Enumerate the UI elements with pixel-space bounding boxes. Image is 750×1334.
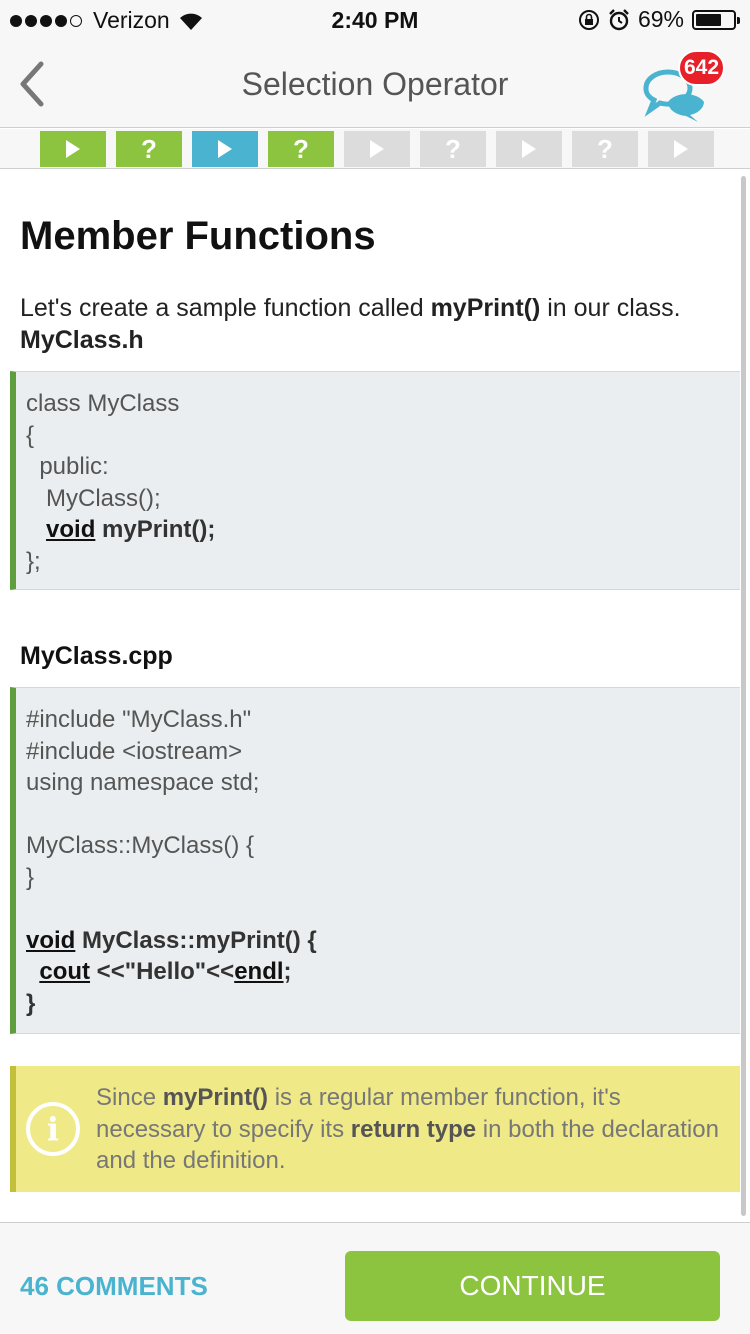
code-line: using namespace std; [26, 769, 260, 796]
lesson-content[interactable]: Member Functions Let's create a sample f… [0, 170, 750, 1222]
lesson-title: Member Functions [20, 214, 376, 258]
cpp-file-label: MyClass.cpp [20, 642, 173, 670]
play-icon [66, 140, 80, 158]
cpp-code-block: #include "MyClass.h" #include <iostream>… [10, 687, 740, 1034]
play-icon [674, 140, 688, 158]
intro-text: Let's create a sample function called my… [20, 292, 730, 356]
code-line: void myPrint(); [26, 514, 740, 546]
question-icon: ? [597, 133, 613, 164]
code-bold: ; [283, 958, 292, 985]
continue-button[interactable]: CONTINUE [345, 1251, 720, 1321]
code-line: } [26, 988, 740, 1020]
code-line: } [26, 863, 35, 891]
code-keyword: void [26, 926, 76, 954]
battery-percent: 69% [637, 6, 684, 32]
code-line: #include "MyClass.h" [26, 706, 252, 733]
battery-icon [692, 9, 740, 30]
progress-step-5[interactable] [344, 131, 410, 167]
progress-step-1[interactable] [40, 131, 106, 167]
code-bold: <<"Hello"<< [90, 958, 235, 985]
play-icon [218, 140, 232, 158]
progress-step-3[interactable] [192, 131, 258, 167]
code-bold: myPrint(); [95, 516, 216, 543]
intro-text-start: Let's create a sample function called [20, 294, 431, 322]
info-text: Since myPrint() is a regular member func… [96, 1082, 736, 1177]
code-line: #include <iostream> [26, 737, 243, 765]
code-line: { [26, 421, 35, 449]
info-text-part: Since [96, 1084, 163, 1111]
lesson-progress: ???? [0, 129, 750, 169]
discussion-button[interactable]: 642 [640, 48, 730, 122]
nav-title: Selection Operator [241, 66, 509, 102]
code-bold: } [26, 989, 36, 1017]
code-keyword: endl [234, 958, 284, 985]
info-text-bold: myPrint() [162, 1084, 269, 1111]
info-note: i Since myPrint() is a regular member fu… [10, 1066, 740, 1192]
play-icon [370, 140, 384, 158]
play-icon [522, 140, 536, 158]
info-text-bold: return type [350, 1115, 477, 1143]
progress-step-6[interactable]: ? [420, 131, 486, 167]
progress-step-2[interactable]: ? [116, 131, 182, 167]
info-icon: i [26, 1102, 80, 1156]
code-line: }; [26, 547, 41, 575]
code-keyword: void [46, 516, 96, 543]
code-line: cout <<"Hello"<<endl; [26, 956, 740, 988]
scrollbar[interactable] [741, 176, 746, 1216]
rotation-lock-icon [578, 9, 599, 30]
question-icon: ? [141, 133, 157, 164]
alarm-icon [609, 8, 629, 30]
code-line: public: [26, 453, 109, 480]
code-line: void MyClass::myPrint() { [26, 925, 740, 957]
question-icon: ? [293, 133, 309, 164]
header-code-block: class MyClass { public: MyClass(); void … [10, 371, 740, 590]
progress-step-4[interactable]: ? [268, 131, 334, 167]
footer-bar: 46 COMMENTS CONTINUE [0, 1222, 750, 1334]
notification-badge: 642 [678, 50, 726, 86]
progress-step-8[interactable]: ? [572, 131, 638, 167]
progress-step-7[interactable] [496, 131, 562, 167]
header-file-label: MyClass.h [20, 326, 144, 354]
comments-button[interactable]: 46 COMMENTS [20, 1271, 208, 1302]
code-bold: MyClass::myPrint() { [75, 926, 317, 954]
code-keyword: cout [39, 958, 91, 985]
progress-step-9[interactable] [648, 131, 714, 167]
nav-bar: Selection Operator 642 [0, 40, 750, 128]
code-line: MyClass(); [26, 484, 161, 512]
status-bar: Verizon 2:40 PM 69% [0, 0, 750, 40]
status-right: 69% [578, 6, 740, 33]
intro-text-end: in our class. [540, 294, 681, 322]
intro-function-name: myPrint() [430, 294, 541, 322]
question-icon: ? [445, 133, 461, 164]
code-line: class MyClass [26, 390, 180, 417]
code-line: MyClass::MyClass() { [26, 832, 255, 859]
